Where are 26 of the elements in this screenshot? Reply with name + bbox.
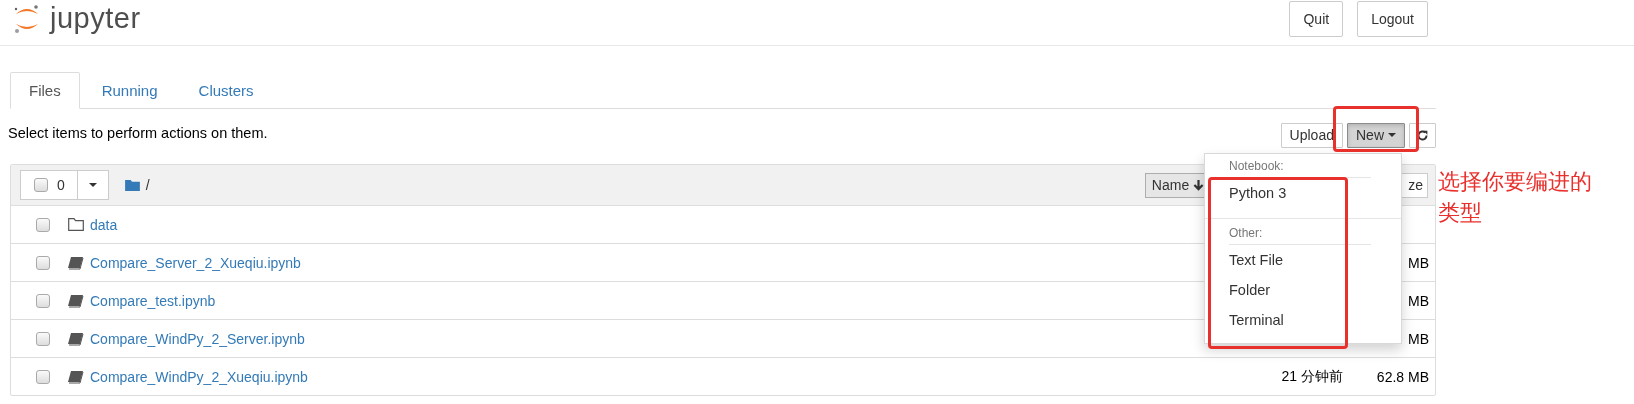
tab[interactable]: Clusters bbox=[179, 72, 273, 109]
file-link[interactable]: data bbox=[90, 216, 118, 233]
tab[interactable]: Running bbox=[82, 72, 177, 109]
menu-item[interactable]: Folder bbox=[1205, 275, 1401, 305]
menu-item[interactable]: Text File bbox=[1205, 245, 1401, 275]
menu-section-header: Other: bbox=[1228, 225, 1264, 242]
breadcrumb-link[interactable]: / bbox=[145, 177, 150, 193]
logo-text: jupyter bbox=[50, 2, 141, 35]
menu-section-header: Notebook: bbox=[1228, 158, 1285, 175]
annotation-text: 选择你要编进的类型 bbox=[1438, 168, 1593, 227]
file-size: MB bbox=[1408, 254, 1429, 271]
instruction-text: Select items to perform actions on them. bbox=[8, 124, 268, 141]
new-dropdown-button[interactable]: New bbox=[1347, 122, 1405, 148]
tab[interactable]: Files bbox=[10, 72, 80, 109]
header-button[interactable]: Quit bbox=[1289, 1, 1344, 37]
file-link[interactable]: Compare_test.ipynb bbox=[90, 292, 216, 309]
file-size: MB bbox=[1408, 292, 1429, 309]
modified-time: 21 分钟前 bbox=[1281, 367, 1343, 386]
file-link[interactable]: Compare_Server_2_Xueqiu.ipynb bbox=[90, 254, 301, 271]
menu-item[interactable]: Terminal bbox=[1205, 305, 1401, 335]
header-button[interactable]: Logout bbox=[1357, 1, 1428, 37]
file-size: MB bbox=[1408, 330, 1429, 347]
file-link[interactable]: Compare_WindPy_2_Server.ipynb bbox=[90, 330, 305, 347]
file-size: 62.8 MB bbox=[1376, 368, 1429, 385]
file-link[interactable]: Compare_WindPy_2_Xueqiu.ipynb bbox=[90, 368, 308, 385]
upload-button[interactable]: Upload bbox=[1280, 122, 1343, 148]
